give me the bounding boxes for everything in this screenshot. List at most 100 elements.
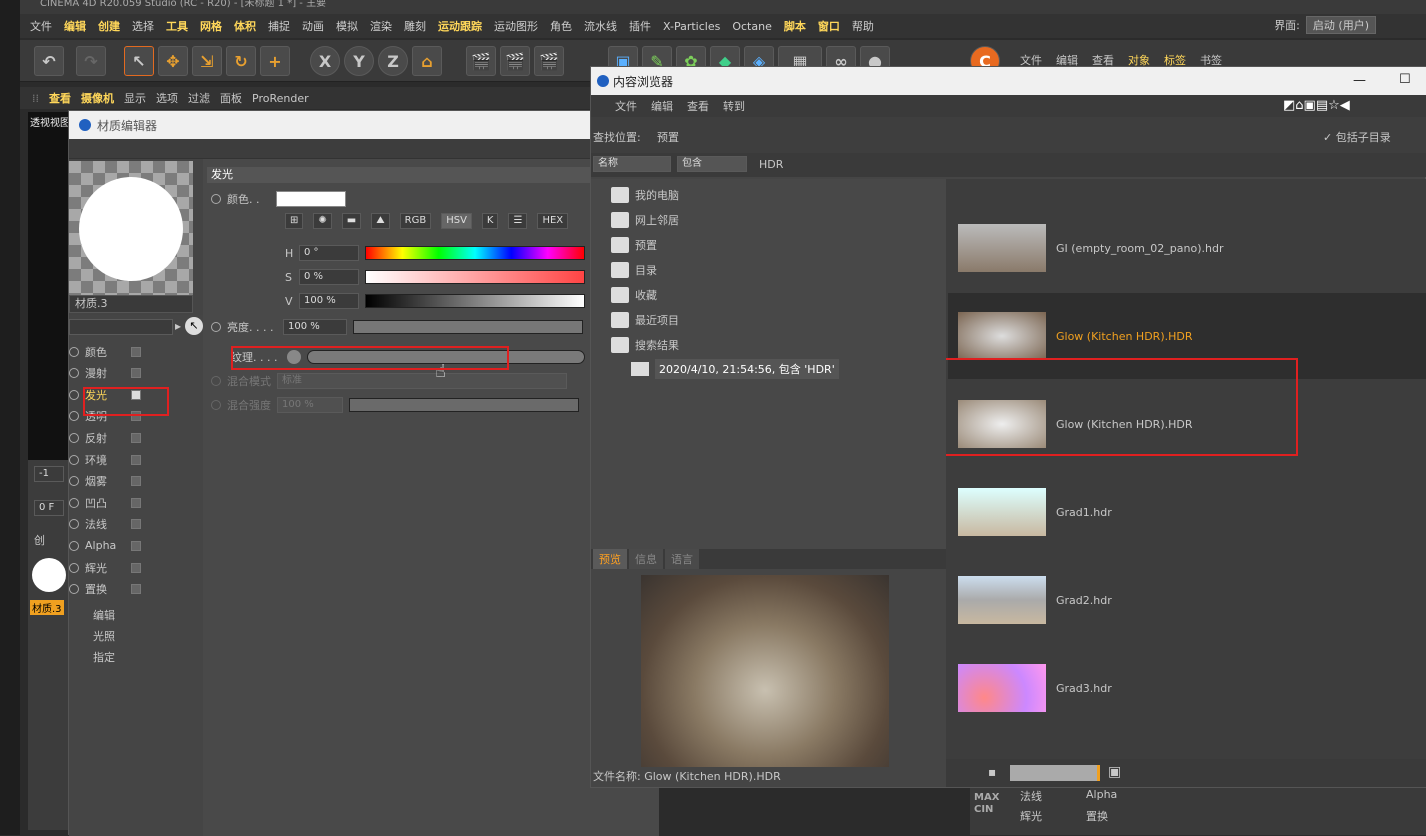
filter-op-select[interactable]: 包含 (677, 156, 747, 172)
filter-field-select[interactable]: 名称 (593, 156, 671, 172)
mixer-icon[interactable]: ☰ (508, 213, 528, 229)
menu-item-10[interactable]: 渲染 (370, 18, 392, 34)
channel-item[interactable]: 辉光 (69, 557, 199, 578)
cb-menu-edit[interactable]: 编辑 (651, 98, 673, 114)
channel-radio[interactable] (69, 476, 79, 487)
channel-radio[interactable] (69, 389, 79, 400)
menu-item-8[interactable]: 动画 (302, 18, 324, 34)
blend-mode-radio[interactable] (211, 376, 221, 386)
color-picker-icon[interactable]: ⊞ (285, 213, 304, 229)
hsv-field[interactable]: 100 % (299, 293, 359, 309)
channel-item[interactable]: Alpha (69, 535, 199, 556)
image-picker-icon[interactable]: ⛰ (371, 213, 390, 229)
menu-item-5[interactable]: 网格 (200, 18, 222, 34)
channel-checkbox[interactable] (131, 454, 141, 465)
brightness-slider[interactable] (353, 320, 583, 334)
channel-radio[interactable] (69, 497, 79, 508)
menu-item-13[interactable]: 运动图形 (494, 18, 538, 34)
menu-item-7[interactable]: 捕捉 (268, 18, 290, 34)
channel-checkbox[interactable] (131, 562, 141, 573)
channel-checkbox[interactable] (131, 519, 141, 530)
result-item[interactable]: Grad1.hdr (948, 469, 1426, 555)
spectrum-icon[interactable]: ▬ (341, 213, 362, 229)
location-value[interactable]: 预置 (657, 129, 679, 145)
editor-extra-item[interactable]: 指定 (93, 649, 115, 665)
channel-radio[interactable] (69, 540, 79, 551)
add-tool-icon[interactable]: + (260, 46, 290, 76)
menu-item-4[interactable]: 工具 (166, 18, 188, 34)
brightness-radio[interactable] (211, 322, 221, 332)
channel-item[interactable]: 环境 (69, 449, 199, 470)
menu-item-12[interactable]: 运动跟踪 (438, 18, 482, 34)
channel-checkbox[interactable] (131, 540, 141, 551)
frame-value[interactable]: -1 (34, 466, 64, 482)
cb-menu-goto[interactable]: 转到 (723, 98, 745, 114)
channel-checkbox[interactable] (131, 432, 141, 443)
channel-radio[interactable] (69, 562, 79, 573)
tree-node[interactable]: 网上邻居 (611, 208, 679, 232)
color-radio[interactable] (211, 194, 221, 204)
normal-option[interactable]: 法线 (1020, 788, 1042, 804)
large-thumb-icon[interactable]: ▣ (1108, 764, 1121, 780)
search-result-node[interactable]: 2020/4/10, 21:54:56, 包含 'HDR' (631, 359, 839, 379)
picker-cursor-icon[interactable]: ↖ (185, 317, 203, 335)
tab-language[interactable]: 语言 (665, 549, 699, 569)
cb-menu-view[interactable]: 查看 (687, 98, 709, 114)
menu-item-14[interactable]: 角色 (550, 18, 572, 34)
menu-item-19[interactable]: 脚本 (784, 18, 806, 34)
tree-node[interactable]: 目录 (611, 258, 657, 282)
rgb-button[interactable]: RGB (399, 213, 432, 229)
menu-item-1[interactable]: 编辑 (64, 18, 86, 34)
include-subdirs-checkbox[interactable]: ✓ 包括子目录 (1323, 129, 1391, 145)
redo-icon[interactable]: ↷ (76, 46, 106, 76)
small-thumb-icon[interactable]: ▪ (988, 765, 996, 779)
layout-selector[interactable]: 界面: 启动 (用户) (1274, 16, 1376, 34)
hsv-slider[interactable] (365, 294, 585, 308)
channel-radio[interactable] (69, 454, 79, 465)
channel-checkbox[interactable] (131, 346, 141, 357)
cb-menu-file[interactable]: 文件 (615, 98, 637, 114)
channel-radio[interactable] (69, 519, 79, 530)
thumbnail-size-slider[interactable] (1010, 765, 1100, 781)
menu-item-3[interactable]: 选择 (132, 18, 154, 34)
render-picture-viewer-icon[interactable]: 🎬 (500, 46, 530, 76)
channel-arrow-icon[interactable]: ▸ (175, 319, 181, 333)
alpha-option[interactable]: Alpha (1086, 788, 1117, 804)
hsv-field[interactable]: 0 % (299, 269, 359, 285)
channel-checkbox[interactable] (131, 497, 141, 508)
menu-item-15[interactable]: 流水线 (584, 18, 617, 34)
channel-radio[interactable] (69, 584, 79, 595)
channel-radio[interactable] (69, 411, 79, 422)
z-axis-icon[interactable]: Z (378, 46, 408, 76)
material-preview[interactable] (69, 161, 193, 295)
menu-item-11[interactable]: 雕刻 (404, 18, 426, 34)
result-item[interactable]: Grad3.hdr (948, 645, 1426, 731)
tab-info[interactable]: 信息 (629, 549, 663, 569)
y-axis-icon[interactable]: Y (344, 46, 374, 76)
channel-item[interactable]: 反射 (69, 427, 199, 448)
hsv-button[interactable]: HSV (441, 213, 472, 229)
blend-strength-field[interactable]: 100 % (277, 397, 343, 413)
menu-item-16[interactable]: 插件 (629, 18, 651, 34)
channel-item[interactable]: 漫射 (69, 363, 199, 384)
viewport-menu-1[interactable]: 摄像机 (81, 90, 114, 106)
menu-item-17[interactable]: X-Particles (663, 20, 720, 33)
undo-icon[interactable]: ↶ (34, 46, 64, 76)
minimize-icon[interactable]: — (1353, 73, 1366, 88)
channel-item[interactable]: 凹凸 (69, 492, 199, 513)
render-settings-icon[interactable]: 🎬 (534, 46, 564, 76)
channel-dropdown[interactable] (69, 319, 173, 335)
viewport-menu-2[interactable]: 显示 (124, 90, 146, 106)
blend-mode-select[interactable]: 标准 (277, 373, 567, 389)
result-item[interactable]: GI (empty_room_02_pano).hdr (948, 205, 1426, 291)
channel-checkbox[interactable] (131, 368, 141, 379)
viewport-menu-3[interactable]: 选项 (156, 90, 178, 106)
viewport-menu-0[interactable]: 查看 (49, 90, 71, 106)
color-wheel-icon[interactable]: ✺ (313, 213, 332, 229)
hex-button[interactable]: HEX (537, 213, 569, 229)
move-tool-icon[interactable]: ✥ (158, 46, 188, 76)
channel-item[interactable]: 法线 (69, 514, 199, 535)
color-swatch[interactable] (275, 191, 346, 207)
scale-tool-icon[interactable]: ⇲ (192, 46, 222, 76)
displacement-option[interactable]: 置换 (1086, 808, 1108, 824)
